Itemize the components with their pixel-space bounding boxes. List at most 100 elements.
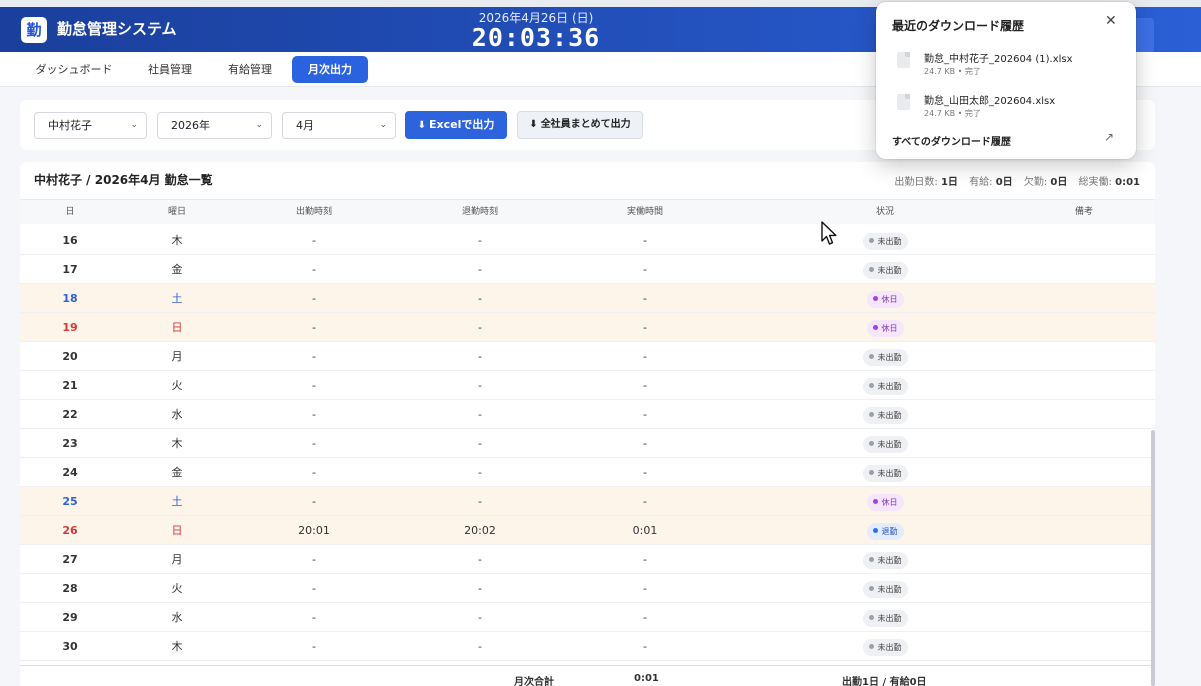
- cell-day: 30: [62, 640, 78, 653]
- status-label: 休日: [881, 323, 898, 333]
- status-dot-icon: [872, 324, 878, 330]
- tab-monthly-export[interactable]: 月次出力: [292, 56, 368, 83]
- employee-select[interactable]: 中村花子 ⌄: [34, 112, 147, 139]
- status-badge: 休日: [866, 319, 904, 337]
- status-dot-icon: [868, 440, 874, 446]
- cell-clock-in: -: [312, 495, 316, 508]
- status-badge: 休日: [866, 290, 904, 308]
- column-header-work-hours: 実働時間: [626, 207, 663, 217]
- status-label: 未出勤: [877, 410, 902, 420]
- status-label: 休日: [881, 497, 898, 507]
- stat-total-value: 0:01: [1115, 177, 1140, 188]
- cell-weekday: 火: [171, 379, 183, 392]
- status-label: 未出勤: [877, 352, 902, 362]
- table-row: 19 日 - - - 休日: [20, 313, 1155, 342]
- cell-day: 23: [62, 437, 78, 450]
- status-dot-icon: [872, 498, 878, 504]
- status-badge: 未出勤: [862, 609, 908, 627]
- cell-clock-in: -: [312, 553, 316, 566]
- table-row: 25 土 - - - 休日: [20, 487, 1155, 516]
- table-row: 21 火 - - - 未出勤: [20, 371, 1155, 400]
- year-select[interactable]: 2026年 ⌄: [157, 112, 272, 139]
- mouse-cursor-icon: [821, 221, 837, 245]
- status-badge: 退勤: [866, 522, 904, 540]
- stat-paid-label: 有給:: [969, 177, 993, 188]
- status-label: 休日: [881, 294, 898, 304]
- cell-weekday: 日: [171, 524, 183, 537]
- cell-status: 未出勤: [845, 429, 925, 458]
- status-badge: 未出勤: [862, 580, 908, 598]
- year-select-value: 2026年: [171, 119, 210, 132]
- cell-weekday: 月: [171, 553, 183, 566]
- file-icon: [897, 94, 910, 110]
- cell-status: 未出勤: [845, 574, 925, 603]
- cell-clock-out: -: [478, 611, 482, 624]
- tab-paid-leave[interactable]: 有給管理: [214, 56, 286, 83]
- export-all-button[interactable]: ⬇ 全社員まとめて出力: [517, 111, 643, 139]
- download-item-name[interactable]: 勤怠_山田太郎_202604.xlsx: [924, 92, 1055, 107]
- status-badge: 未出勤: [862, 406, 908, 424]
- status-badge: 未出勤: [862, 435, 908, 453]
- close-icon[interactable]: ✕: [1105, 13, 1117, 29]
- cell-status: 未出勤: [845, 632, 925, 661]
- scrollbar[interactable]: [1151, 430, 1155, 686]
- status-badge: 未出勤: [862, 377, 908, 395]
- cell-clock-in: -: [312, 321, 316, 334]
- cell-clock-out: -: [478, 495, 482, 508]
- cell-clock-out: -: [478, 321, 482, 334]
- tab-dashboard[interactable]: ダッシュボード: [24, 56, 124, 83]
- status-dot-icon: [872, 295, 878, 301]
- table-row: 20 月 - - - 未出勤: [20, 342, 1155, 371]
- cell-work-hours: -: [643, 379, 647, 392]
- column-header-clock-in: 出勤時刻: [295, 207, 332, 217]
- status-label: 退勤: [881, 526, 898, 536]
- cell-status: 未出勤: [845, 255, 925, 284]
- cell-clock-in: -: [312, 582, 316, 595]
- table-row: 30 木 - - - 未出勤: [20, 632, 1155, 661]
- chevron-down-icon: ⌄: [255, 120, 263, 130]
- excel-export-button[interactable]: ⬇ Excelで出力: [405, 111, 507, 139]
- status-dot-icon: [868, 382, 874, 388]
- cell-status: 休日: [845, 487, 925, 516]
- cell-day: 19: [62, 321, 78, 334]
- table-header: 日 曜日 出勤時刻 退勤時刻 実働時間 状況 備考: [20, 199, 1155, 224]
- status-badge: 未出勤: [862, 638, 908, 656]
- table-footer: 月次合計 0:01 出勤1日 / 有給0日: [20, 665, 1155, 686]
- status-label: 未出勤: [877, 381, 902, 391]
- month-select[interactable]: 4月 ⌄: [282, 112, 396, 139]
- cell-clock-out: -: [478, 263, 482, 276]
- status-label: 未出勤: [877, 439, 902, 449]
- status-dot-icon: [868, 411, 874, 417]
- month-select-value: 4月: [296, 119, 314, 132]
- app-title: 勤怠管理システム: [57, 20, 177, 38]
- column-header-day: 日: [65, 207, 75, 217]
- employee-select-value: 中村花子: [48, 119, 92, 132]
- cell-work-hours: -: [643, 437, 647, 450]
- cell-weekday: 水: [171, 611, 183, 624]
- cell-status: 未出勤: [845, 458, 925, 487]
- table-row: 26 日 20:01 20:02 0:01 退勤: [20, 516, 1155, 545]
- stat-paid-value: 0日: [995, 177, 1013, 188]
- tab-employees[interactable]: 社員管理: [134, 56, 206, 83]
- table-row: 22 水 - - - 未出勤: [20, 400, 1155, 429]
- cell-work-hours: -: [643, 350, 647, 363]
- status-label: 未出勤: [877, 613, 902, 623]
- external-link-icon[interactable]: ↗: [1104, 130, 1114, 144]
- export-all-label: 全社員まとめて出力: [540, 119, 631, 130]
- status-dot-icon: [868, 353, 874, 359]
- cell-clock-in: -: [312, 611, 316, 624]
- cell-clock-out: -: [478, 582, 482, 595]
- table-row: 18 土 - - - 休日: [20, 284, 1155, 313]
- table-row: 17 金 - - - 未出勤: [20, 255, 1155, 284]
- cell-weekday: 水: [171, 408, 183, 421]
- status-badge: 休日: [866, 493, 904, 511]
- cell-day: 24: [62, 466, 78, 479]
- status-badge: 未出勤: [862, 232, 908, 250]
- cell-clock-out: -: [478, 466, 482, 479]
- chevron-down-icon: ⌄: [379, 120, 387, 130]
- all-downloads-link[interactable]: すべてのダウンロード履歴: [892, 133, 1011, 148]
- downloads-title: 最近のダウンロード履歴: [892, 19, 1025, 33]
- download-item-name[interactable]: 勤怠_中村花子_202604 (1).xlsx: [924, 50, 1073, 65]
- cell-work-hours: -: [643, 466, 647, 479]
- cell-clock-in: -: [312, 234, 316, 247]
